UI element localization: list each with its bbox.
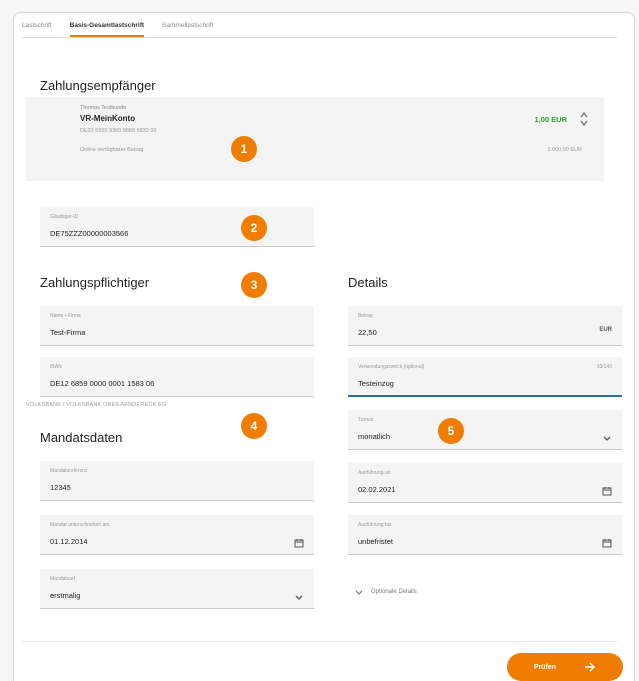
creditor-id-value: DE75ZZZ00000003566 bbox=[50, 229, 129, 238]
tab-bar: Lastschrift Basis-Gesamtlastschrift Samm… bbox=[22, 22, 213, 37]
calendar-icon[interactable] bbox=[602, 535, 612, 548]
purpose-value: Testeinzug bbox=[358, 379, 394, 388]
submit-button[interactable]: Prüfen bbox=[507, 653, 623, 681]
tab-basis-gesamtlastschrift[interactable]: Basis-Gesamtlastschrift bbox=[69, 22, 145, 37]
step-marker-2: 2 bbox=[241, 215, 267, 241]
mandate-reference-label: Mandatsreferenz bbox=[50, 468, 88, 474]
amount-field[interactable]: Betrag 22,50 EUR bbox=[348, 306, 622, 346]
step-marker-1: 1 bbox=[231, 136, 257, 162]
debtor-bank-name: VOLKSBANK / VOLKSBANK DREILAENDERECK EG bbox=[26, 402, 167, 408]
available-label: Online verfügbarer Betrag bbox=[80, 147, 144, 153]
calendar-icon[interactable] bbox=[602, 483, 612, 496]
debtor-name-value: Test-Firma bbox=[50, 328, 86, 337]
purpose-field[interactable]: Verwendungszweck (optional) 10/140 Teste… bbox=[348, 357, 622, 397]
mandate-heading: Mandatsdaten bbox=[40, 430, 123, 445]
debtor-name-label: Name • Firma bbox=[50, 313, 81, 319]
payee-iban: DE22 6655 9300 8888 6833 00 bbox=[80, 128, 157, 134]
payee-heading: Zahlungsempfänger bbox=[40, 78, 156, 93]
mandate-signed-value: 01.12.2014 bbox=[50, 537, 88, 546]
footer-divider bbox=[22, 641, 617, 642]
chevron-down-icon[interactable] bbox=[602, 430, 612, 441]
amount-label: Betrag bbox=[358, 313, 373, 319]
creditor-id-label: Gläubiger-ID bbox=[50, 214, 79, 220]
chevron-down-icon[interactable] bbox=[294, 589, 304, 600]
mandate-type-label: Mandatsart bbox=[50, 576, 76, 582]
turnus-select[interactable]: Turnus monatlich bbox=[348, 410, 622, 450]
payee-balance: 1,00 EUR bbox=[534, 115, 567, 124]
payee-account-selector[interactable]: Thomas Testkunde VR-MeinKonto DE22 6655 … bbox=[26, 97, 604, 181]
purpose-label: Verwendungszweck (optional) bbox=[358, 364, 425, 370]
submit-label: Prüfen bbox=[533, 663, 557, 671]
debtor-heading: Zahlungspflichtiger bbox=[40, 275, 150, 290]
step-marker-3: 3 bbox=[241, 272, 267, 298]
optional-details-label: Optionale Details bbox=[371, 589, 417, 595]
details-heading: Details bbox=[348, 275, 388, 290]
amount-value: 22,50 bbox=[358, 328, 377, 337]
chevron-down-icon bbox=[355, 590, 363, 595]
step-marker-5: 5 bbox=[438, 418, 464, 444]
tab-lastschrift[interactable]: Lastschrift bbox=[22, 22, 52, 37]
payee-owner: Thomas Testkunde bbox=[80, 105, 127, 111]
turnus-label: Turnus bbox=[358, 417, 374, 423]
turnus-value: monatlich bbox=[358, 432, 391, 441]
payee-account-name: VR-MeinKonto bbox=[80, 114, 136, 123]
execution-to-value: unbefristet bbox=[358, 537, 394, 546]
mandate-signed-field[interactable]: Mandat unterschrieben am 01.12.2014 bbox=[40, 515, 314, 555]
available-amount: 2.000,00 EUR bbox=[547, 147, 582, 153]
optional-details-toggle[interactable]: Optionale Details bbox=[355, 588, 417, 596]
arrow-right-icon bbox=[585, 662, 596, 672]
step-marker-4: 4 bbox=[241, 413, 267, 439]
mandate-type-value: erstmalig bbox=[50, 591, 81, 600]
mandate-type-select[interactable]: Mandatsart erstmalig bbox=[40, 569, 314, 609]
creditor-id-field[interactable]: Gläubiger-ID DE75ZZZ00000003566 bbox=[40, 207, 314, 247]
mandate-reference-field[interactable]: Mandatsreferenz 12345 bbox=[40, 461, 314, 501]
mandate-signed-label: Mandat unterschrieben am bbox=[50, 522, 110, 528]
execution-from-value: 02.02.2021 bbox=[358, 485, 396, 494]
execution-to-label: Ausführung bis bbox=[358, 522, 392, 528]
calendar-icon[interactable] bbox=[294, 535, 304, 548]
execution-from-label: Ausführung ab bbox=[358, 470, 391, 476]
execution-to-field[interactable]: Ausführung bis unbefristet bbox=[348, 515, 622, 555]
debtor-iban-field[interactable]: IBAN DE12 6859 0000 0001 1583 06 bbox=[40, 357, 314, 397]
tab-sammellastschrift[interactable]: Sammellastschrift bbox=[162, 22, 213, 37]
debtor-iban-value: DE12 6859 0000 0001 1583 06 bbox=[50, 379, 155, 388]
purpose-counter: 10/140 bbox=[596, 364, 612, 370]
tab-divider bbox=[22, 37, 617, 38]
account-stepper-icon[interactable] bbox=[580, 111, 588, 127]
currency-suffix: EUR bbox=[599, 327, 612, 333]
debtor-iban-label: IBAN bbox=[50, 364, 62, 370]
debtor-name-field[interactable]: Name • Firma Test-Firma bbox=[40, 306, 314, 346]
mandate-reference-value: 12345 bbox=[50, 483, 71, 492]
execution-from-field[interactable]: Ausführung ab 02.02.2021 bbox=[348, 463, 622, 503]
